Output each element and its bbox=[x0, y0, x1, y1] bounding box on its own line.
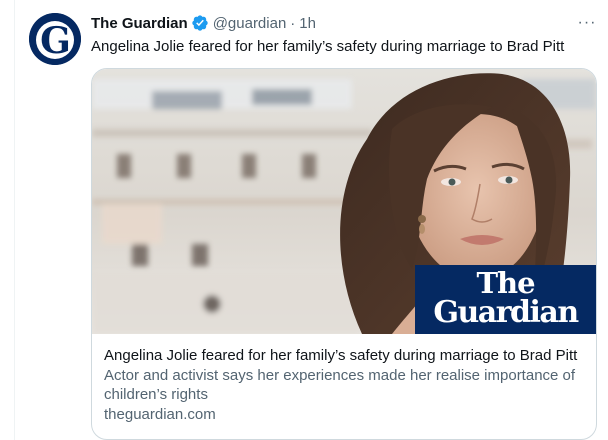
avatar-letter: G bbox=[40, 20, 71, 62]
guardian-g-logo-icon: G bbox=[29, 13, 81, 65]
card-description: Actor and activist says her experiences … bbox=[104, 367, 576, 403]
verified-badge-icon bbox=[191, 14, 209, 32]
more-options-icon[interactable]: ··· bbox=[574, 13, 600, 33]
card-image[interactable]: The Guardian bbox=[92, 69, 596, 334]
tweet-header: The Guardian @guardian · 1h bbox=[91, 13, 316, 33]
separator-dot: · bbox=[290, 14, 296, 32]
timeline-divider bbox=[14, 0, 15, 440]
card-body[interactable]: Angelina Jolie feared for her family’s s… bbox=[104, 346, 588, 425]
avatar[interactable]: G bbox=[29, 13, 81, 65]
card-domain: theguardian.com bbox=[104, 406, 216, 423]
author-name[interactable]: The Guardian bbox=[91, 15, 188, 32]
guardian-logo: The Guardian bbox=[415, 265, 596, 334]
link-card[interactable]: The Guardian Angelina Jolie feared for h… bbox=[91, 68, 597, 440]
logo-line-guardian: Guardian bbox=[433, 295, 579, 330]
card-title: Angelina Jolie feared for her family’s s… bbox=[104, 347, 578, 364]
timestamp[interactable]: 1h bbox=[299, 15, 316, 32]
tweet-text: Angelina Jolie feared for her family’s s… bbox=[91, 38, 565, 55]
author-handle[interactable]: @guardian bbox=[213, 15, 287, 32]
